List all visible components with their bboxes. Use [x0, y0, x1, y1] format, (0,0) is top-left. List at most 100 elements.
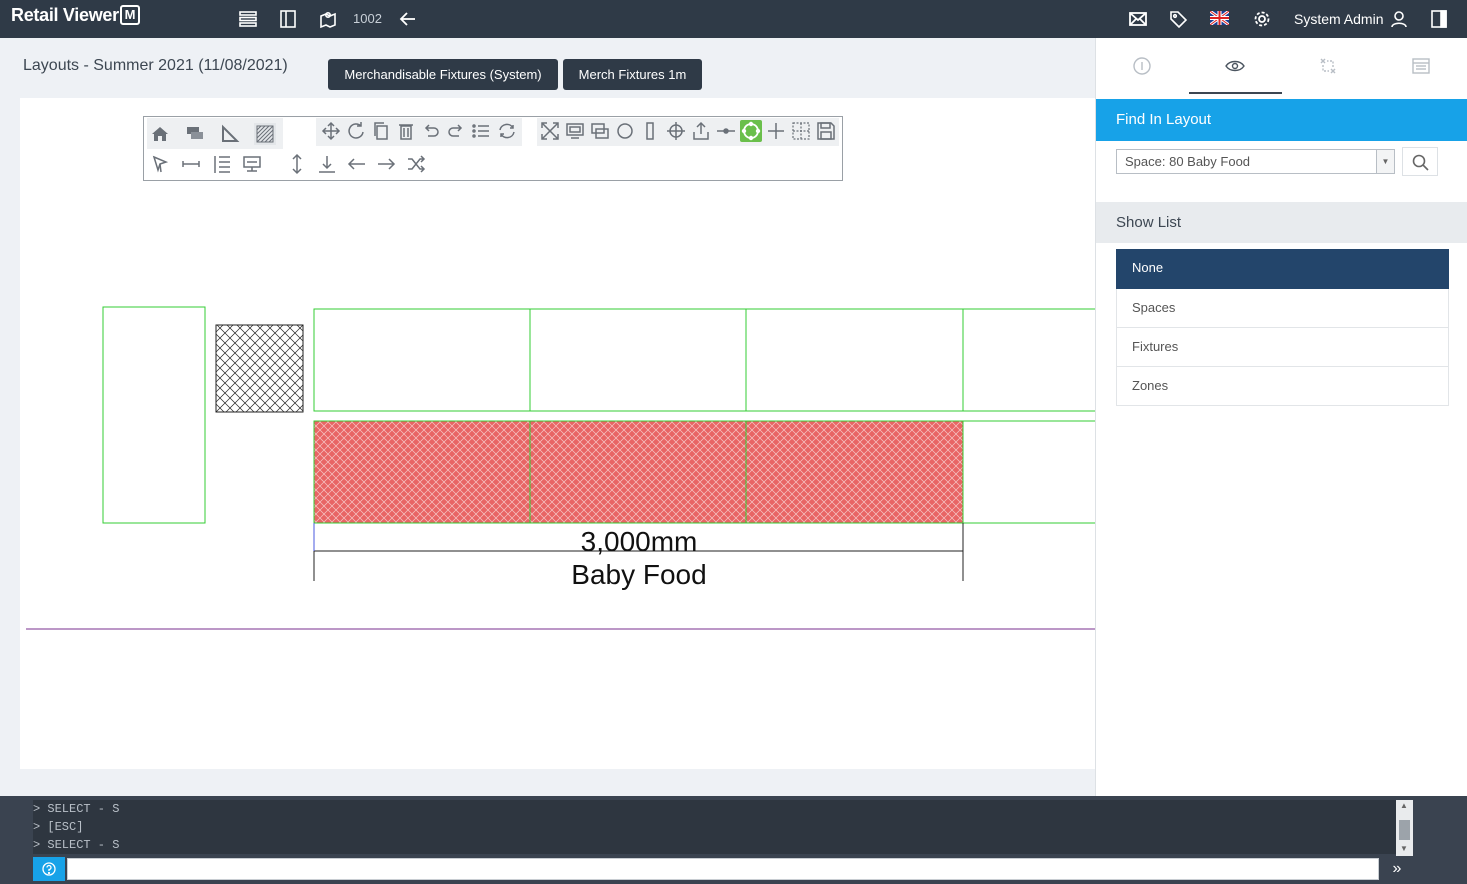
- redo-icon[interactable]: [445, 120, 467, 142]
- back-arrow-icon[interactable]: [398, 9, 418, 29]
- vertical-resize-icon[interactable]: [286, 153, 308, 175]
- command-console: > SELECT - S > [ESC] > SELECT - S ▲ ▼ »: [0, 796, 1467, 884]
- move-icon[interactable]: [320, 120, 342, 142]
- find-in-layout-select[interactable]: Space: 80 Baby Food ▼: [1116, 149, 1395, 174]
- select-pointer-icon[interactable]: [149, 153, 171, 175]
- bullet-list-icon[interactable]: [470, 120, 492, 142]
- command-input[interactable]: [67, 858, 1379, 880]
- report-icon: [1412, 58, 1430, 74]
- space-bay-selected-3[interactable]: [745, 420, 964, 524]
- list-icon[interactable]: [238, 9, 258, 29]
- log-line: > SELECT - S: [33, 838, 120, 852]
- arrow-right-icon[interactable]: [375, 153, 397, 175]
- show-list-header: Show List: [1096, 202, 1467, 243]
- show-list-item-zones[interactable]: Zones: [1116, 367, 1449, 406]
- help-icon: [42, 862, 56, 876]
- search-button[interactable]: [1402, 147, 1438, 176]
- console-scrollbar[interactable]: ▲ ▼: [1396, 800, 1413, 856]
- show-list: None Spaces Fixtures Zones: [1116, 249, 1449, 406]
- column-icon[interactable]: [639, 120, 661, 142]
- gear-icon[interactable]: [1252, 9, 1272, 29]
- store-number: 1002: [353, 11, 382, 26]
- measure-icon[interactable]: [180, 153, 202, 175]
- monitor-icon[interactable]: [564, 120, 586, 142]
- fixture-bay-top-2[interactable]: [529, 308, 747, 412]
- numbered-list-icon[interactable]: [211, 153, 233, 175]
- scroll-up-icon[interactable]: ▲: [1400, 801, 1408, 810]
- fixture-bay-bottom-4[interactable]: [962, 420, 1095, 524]
- fit-screen-icon[interactable]: [539, 120, 561, 142]
- set-square-icon[interactable]: [219, 123, 241, 145]
- user-icon[interactable]: [1389, 9, 1409, 29]
- log-line: > SELECT - S: [33, 802, 120, 816]
- tab-view[interactable]: [1189, 38, 1282, 94]
- arrow-left-icon[interactable]: [346, 153, 368, 175]
- layout-drawing[interactable]: 3,000mm Baby Food: [20, 98, 1095, 769]
- tag-icon[interactable]: [1168, 9, 1188, 29]
- show-list-item-fixtures[interactable]: Fixtures: [1116, 328, 1449, 367]
- windows-icon[interactable]: [589, 120, 611, 142]
- trash-icon[interactable]: [395, 120, 417, 142]
- rotate-icon[interactable]: [345, 120, 367, 142]
- merch-fixtures-1m-button[interactable]: Merch Fixtures 1m: [563, 59, 702, 90]
- space-bay-selected-1[interactable]: [313, 420, 531, 524]
- download-icon[interactable]: [316, 153, 338, 175]
- space-label: Baby Food: [571, 559, 706, 590]
- app-logo[interactable]: Retail Viewer M: [11, 5, 140, 27]
- console-log: > SELECT - S > [ESC] > SELECT - S: [33, 800, 1396, 854]
- grid-icon[interactable]: [790, 120, 812, 142]
- uk-flag-icon[interactable]: [1210, 11, 1229, 25]
- logo-mark: M: [119, 5, 140, 25]
- undo-icon[interactable]: [420, 120, 442, 142]
- find-in-layout-header: Find In Layout: [1096, 99, 1467, 141]
- add-icon[interactable]: [765, 120, 787, 142]
- fixture-tall-left[interactable]: [102, 306, 206, 524]
- submit-command-icon[interactable]: »: [1385, 858, 1409, 880]
- layout-canvas[interactable]: 3,000mm Baby Food: [20, 98, 1095, 769]
- scrollbar-thumb[interactable]: [1399, 820, 1410, 840]
- dimension-label: 3,000mm: [581, 526, 698, 557]
- home-icon[interactable]: [149, 123, 171, 145]
- search-icon: [1412, 154, 1429, 171]
- drawing-toolbar: [143, 116, 843, 181]
- show-list-item-none[interactable]: None: [1116, 249, 1449, 289]
- panel-icon[interactable]: [278, 9, 298, 29]
- fixture-bay-top-3[interactable]: [745, 308, 964, 412]
- user-name[interactable]: System Admin: [1294, 11, 1383, 27]
- log-line: > [ESC]: [33, 820, 84, 834]
- map-icon[interactable]: [318, 9, 338, 29]
- export-icon[interactable]: [690, 120, 712, 142]
- tab-info[interactable]: [1096, 38, 1189, 94]
- line-point-icon[interactable]: [715, 120, 737, 142]
- copy-icon[interactable]: [370, 120, 392, 142]
- shuffle-icon[interactable]: [405, 153, 427, 175]
- tab-report[interactable]: [1375, 38, 1467, 94]
- fixture-bay-top-4[interactable]: [962, 308, 1095, 412]
- info-icon: [1133, 57, 1151, 75]
- chevron-down-icon[interactable]: ▼: [1376, 150, 1394, 173]
- app-name: Retail Viewer: [11, 5, 119, 25]
- top-bar: Retail Viewer M 1002 System Admin: [0, 0, 1467, 38]
- scroll-down-icon[interactable]: ▼: [1400, 844, 1408, 853]
- merch-fixtures-system-button[interactable]: Merchandisable Fixtures (System): [328, 59, 558, 90]
- refresh-icon[interactable]: [496, 120, 518, 142]
- save-icon[interactable]: [815, 120, 837, 142]
- hatch-fill-icon[interactable]: [254, 123, 276, 145]
- help-button[interactable]: [33, 857, 65, 881]
- fixture-crosshatch-box[interactable]: [215, 324, 304, 413]
- space-bay-selected-2[interactable]: [529, 420, 747, 524]
- circle-icon[interactable]: [614, 120, 636, 142]
- right-panel: Find In Layout Space: 80 Baby Food ▼ Sho…: [1095, 38, 1467, 796]
- sidebar-toggle-icon[interactable]: [1429, 9, 1449, 29]
- snap-circle-icon[interactable]: [740, 120, 762, 142]
- display-settings-icon[interactable]: [241, 153, 263, 175]
- crosshair-icon[interactable]: [665, 120, 687, 142]
- layers-icon[interactable]: [184, 123, 206, 145]
- mail-icon[interactable]: [1128, 9, 1148, 29]
- show-list-item-spaces[interactable]: Spaces: [1116, 289, 1449, 328]
- fixture-layout-icon: [1320, 58, 1336, 74]
- page-title: Layouts - Summer 2021 (11/08/2021): [23, 57, 288, 74]
- fixture-bay-top-1[interactable]: [313, 308, 531, 412]
- eye-icon: [1225, 60, 1245, 72]
- tab-fixtures[interactable]: [1282, 38, 1375, 94]
